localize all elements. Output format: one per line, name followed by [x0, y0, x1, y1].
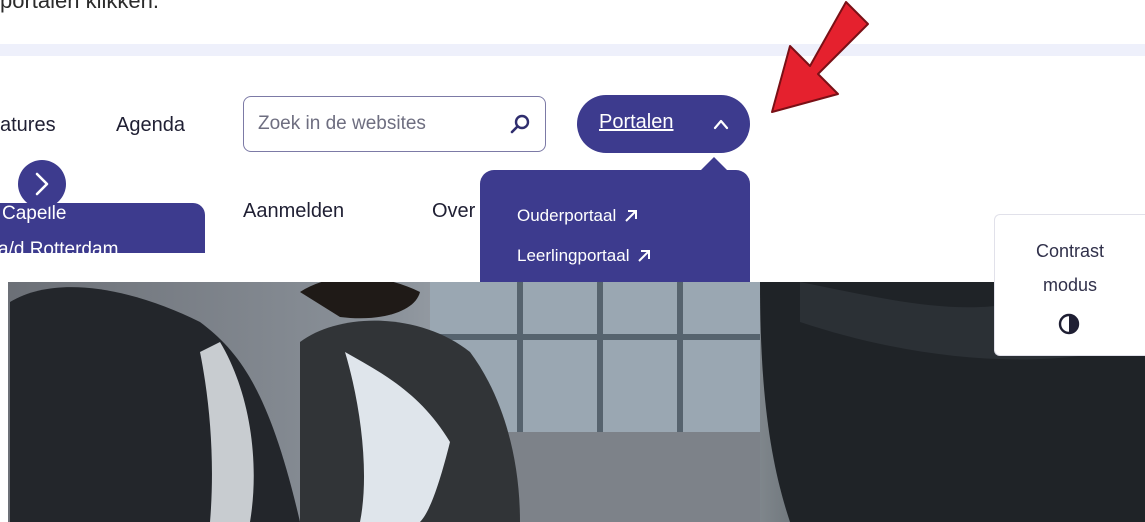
external-link-icon: [625, 210, 638, 222]
header-divider: [0, 44, 1145, 56]
nav-item-agenda[interactable]: Agenda: [116, 114, 185, 137]
chevron-right-icon: [35, 172, 49, 196]
contrast-icon: [1058, 313, 1080, 335]
contrast-mode-toggle[interactable]: Contrast modus: [994, 214, 1145, 356]
search-placeholder: Zoek in de websites: [258, 113, 426, 134]
search-input[interactable]: Zoek in de websites: [243, 96, 546, 152]
next-button[interactable]: [18, 160, 66, 208]
dropdown-pointer: [700, 157, 728, 171]
contrast-label: Contrast: [1035, 241, 1105, 261]
portalen-button[interactable]: Portalen: [577, 95, 750, 153]
location-subtitle: a/d Rotterdam: [0, 239, 119, 253]
external-link-icon: [638, 250, 651, 262]
dropdown-item-ouderportaal[interactable]: Ouderportaal: [517, 206, 638, 226]
dropdown-item-label: Leerlingportaal: [517, 246, 630, 265]
portalen-label: Portalen: [599, 111, 674, 133]
nav-item-aanmelden[interactable]: Aanmelden: [243, 200, 344, 223]
contrast-sublabel: modus: [1042, 275, 1098, 295]
dropdown-item-leerlingportaal[interactable]: Leerlingportaal: [517, 246, 651, 266]
location-card[interactable]: Capelle a/d Rotterdam: [0, 203, 205, 253]
dropdown-item-label: Ouderportaal: [517, 206, 617, 225]
nav-item-over[interactable]: Over: [432, 200, 475, 223]
nav-item-features[interactable]: atures: [0, 114, 56, 137]
instruction-text: portalen klikken.: [0, 0, 159, 13]
search-icon[interactable]: [507, 111, 533, 137]
chevron-up-icon: [713, 119, 729, 130]
hero-photo: [0, 282, 1145, 522]
red-arrow-icon: [771, 1, 869, 113]
